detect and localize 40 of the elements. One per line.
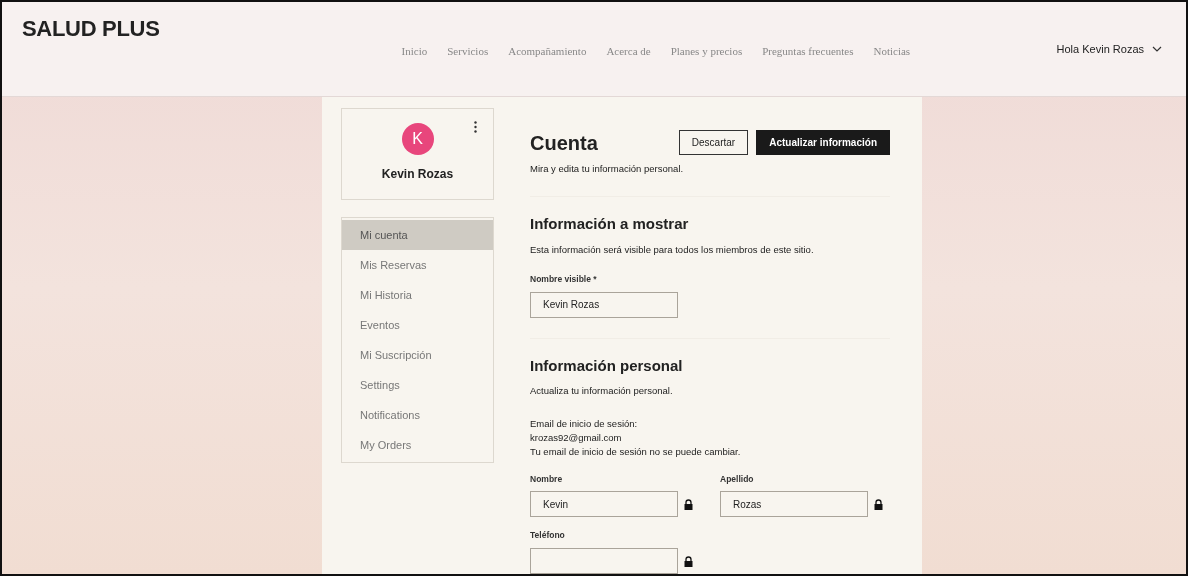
discard-button[interactable]: Descartar — [678, 130, 749, 155]
menu-item[interactable]: Mi Suscripción — [342, 340, 493, 370]
nav-link[interactable]: Acompañamiento — [508, 43, 587, 60]
more-options-icon[interactable] — [474, 121, 477, 133]
input-field[interactable]: Rozas — [720, 491, 868, 518]
menu-item[interactable]: Mi Historia — [342, 280, 493, 310]
profile-name: Kevin Rozas — [381, 166, 454, 183]
field-label: Apellido — [720, 472, 755, 486]
nav-link[interactable]: Acerca de — [606, 43, 651, 60]
section-description: Esta información será visible para todos los miembros de este sitio. — [530, 242, 815, 257]
email-address: krozas92@gmail.com — [530, 430, 623, 445]
field-label: Teléfono — [530, 529, 566, 542]
nav-link[interactable]: Noticias — [873, 43, 911, 60]
nav-link[interactable]: Inicio — [401, 43, 428, 60]
section-title: Información a mostrar — [530, 214, 690, 235]
email-note: Tu email de inicio de sesión no se puede cambiar. — [530, 444, 742, 459]
menu-item[interactable]: Notifications — [342, 400, 493, 430]
email-label: Email de inicio de sesión: — [530, 416, 639, 431]
section-description: Actualiza tu información personal. — [530, 384, 674, 399]
menu-item[interactable]: Settings — [342, 370, 493, 400]
avatar: K — [401, 123, 434, 155]
menu-item[interactable]: Eventos — [342, 310, 493, 340]
page-title: Cuenta — [530, 130, 598, 155]
nav-link[interactable]: Planes y precios — [670, 43, 743, 60]
input-field[interactable] — [530, 548, 678, 574]
nav-link[interactable]: Servicios — [447, 43, 489, 60]
section-title: Información personal — [530, 355, 684, 376]
field-label: Nombre visible * — [530, 273, 598, 286]
menu-item[interactable]: My Orders — [342, 430, 493, 460]
update-button[interactable]: Actualizar información — [756, 130, 890, 155]
menu-item[interactable]: Mis Reservas — [342, 250, 493, 280]
field-label: Nombre — [530, 472, 564, 486]
nav-link[interactable]: Preguntas frecuentes — [762, 43, 854, 60]
logo[interactable]: SALUD PLUS — [22, 12, 160, 45]
menu-item[interactable]: Mi cuenta — [342, 220, 493, 250]
page-subtitle: Mira y edita tu información personal. — [530, 162, 685, 176]
input-field[interactable]: Kevin Rozas — [530, 291, 678, 318]
chevron-down-icon — [1152, 46, 1162, 53]
input-field[interactable]: Kevin — [530, 491, 678, 518]
user-menu[interactable]: Hola Kevin Rozas — [1056, 41, 1162, 58]
